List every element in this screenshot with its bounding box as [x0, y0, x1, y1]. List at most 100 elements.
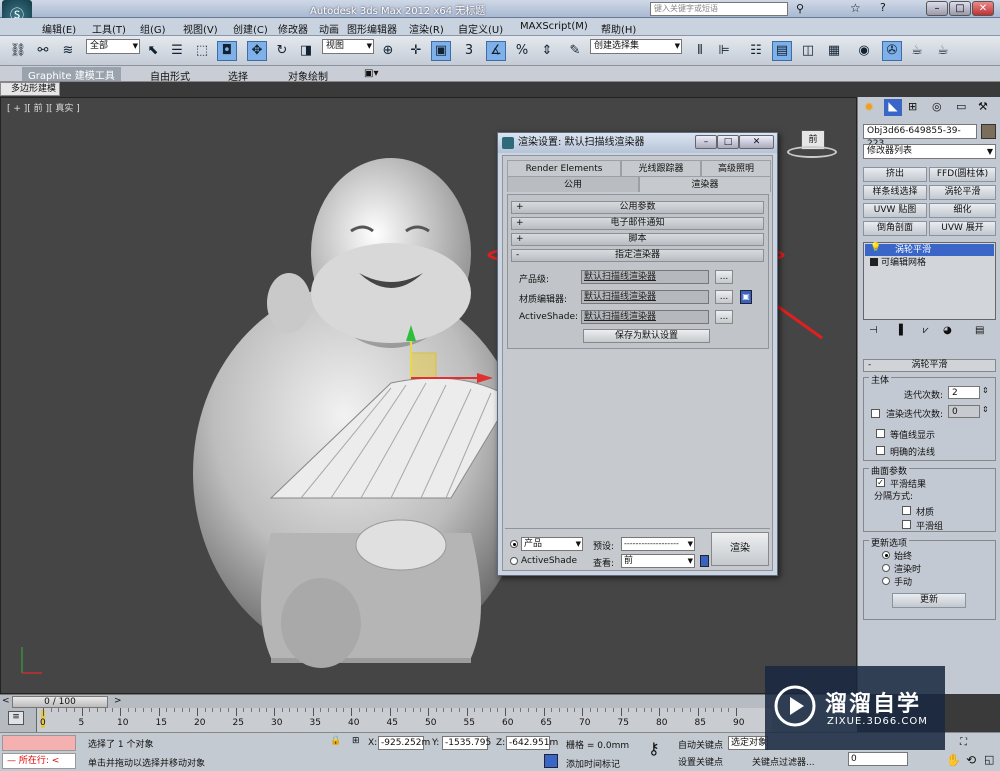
- update-always-radio[interactable]: [882, 551, 890, 559]
- move-icon[interactable]: ✥: [247, 41, 267, 61]
- rendered-frame-icon[interactable]: ☕: [907, 41, 927, 61]
- curve-editor-icon[interactable]: ◫: [798, 41, 818, 61]
- remove-modifier-icon[interactable]: ◕: [943, 325, 952, 336]
- snaps-toggle-icon[interactable]: 3: [459, 41, 479, 61]
- modifier-button-uvw-map[interactable]: UVW 贴图: [863, 203, 927, 218]
- mode-production-radio[interactable]: [510, 540, 518, 548]
- modifier-button-spline-select[interactable]: 样条线选择: [863, 185, 927, 200]
- transform-gizmo[interactable]: [401, 323, 496, 418]
- menu-views[interactable]: 视图(V): [183, 21, 218, 36]
- edit-named-selection-icon[interactable]: ✎: [565, 41, 585, 61]
- rollout-common-parameters[interactable]: + 公用参数: [511, 201, 764, 214]
- tab-graphite-modeling[interactable]: Graphite 建模工具: [22, 67, 121, 82]
- reference-coordinate-dropdown[interactable]: 视图: [322, 39, 374, 54]
- modifier-button-extrude[interactable]: 挤出: [863, 167, 927, 182]
- help-icon[interactable]: ?: [880, 1, 886, 14]
- time-slider[interactable]: < 0 / 100 >: [0, 694, 857, 708]
- selection-filter-dropdown[interactable]: 全部: [86, 39, 140, 54]
- activeshade-renderer-field[interactable]: 默认扫描线渲染器: [581, 310, 709, 324]
- viewcube[interactable]: 前: [787, 128, 837, 162]
- viewcube-ring[interactable]: [787, 146, 837, 158]
- material-checkbox[interactable]: [902, 506, 911, 515]
- utilities-tab-icon[interactable]: ⚒: [978, 100, 988, 113]
- tab-render-elements[interactable]: Render Elements: [507, 160, 621, 176]
- pivot-center-icon[interactable]: ⊕: [378, 41, 398, 61]
- make-unique-icon[interactable]: ⩗: [923, 325, 929, 336]
- mode-production-dropdown[interactable]: 产品 ▼: [521, 537, 583, 551]
- render-production-icon[interactable]: ☕: [933, 41, 953, 61]
- stack-item-editable-mesh[interactable]: 可编辑网格: [865, 257, 994, 269]
- rect-selection-icon[interactable]: ⬚: [192, 41, 212, 61]
- window-crossing-icon[interactable]: ◘: [217, 41, 237, 61]
- spinner-snap-icon[interactable]: ⇕: [537, 41, 557, 61]
- view-dropdown[interactable]: 前 ▼: [621, 554, 695, 568]
- angle-snap-icon[interactable]: ∡: [486, 41, 506, 61]
- menu-rendering[interactable]: 渲染(R): [409, 21, 444, 36]
- percent-snap-icon[interactable]: %: [512, 41, 532, 61]
- mirror-icon[interactable]: ⫴: [690, 41, 710, 61]
- select-object-icon[interactable]: ⬉: [143, 41, 163, 61]
- production-browse-button[interactable]: ...: [715, 270, 733, 284]
- render-setup-icon[interactable]: ✇: [882, 41, 902, 61]
- schematic-view-icon[interactable]: ▦: [824, 41, 844, 61]
- add-time-tag[interactable]: 添加时间标记: [566, 757, 620, 770]
- lock-selection-icon[interactable]: 🔒: [330, 736, 341, 746]
- current-frame-field[interactable]: 0: [848, 752, 908, 766]
- z-coordinate-field[interactable]: -642.951m: [506, 736, 558, 750]
- time-prev-icon[interactable]: <: [2, 696, 10, 706]
- pan-icon[interactable]: ✋: [946, 753, 961, 767]
- mode-activeshade-radio[interactable]: [510, 557, 518, 565]
- time-next-icon[interactable]: >: [114, 696, 122, 706]
- maxscript-listener[interactable]: [2, 735, 76, 751]
- explicit-normals-checkbox[interactable]: [876, 446, 885, 455]
- align-icon[interactable]: ⊫: [714, 41, 734, 61]
- lock-icon[interactable]: ▣: [740, 290, 752, 304]
- menu-graph-editors[interactable]: 图形编辑器: [347, 21, 397, 36]
- object-name-field[interactable]: Obj3d66-649855-39-223: [863, 124, 977, 149]
- tab-advanced-lighting[interactable]: 高级照明: [701, 160, 771, 176]
- tab-common[interactable]: 公用: [507, 176, 639, 192]
- configure-sets-icon[interactable]: ▤: [975, 325, 984, 336]
- production-renderer-field[interactable]: 默认扫描线渲染器: [581, 270, 709, 284]
- search-field[interactable]: 键入关键字或短语: [650, 2, 788, 16]
- modifier-button-unwrap-uvw[interactable]: UVW 展开: [929, 221, 996, 236]
- maximize-button[interactable]: □: [949, 1, 971, 16]
- key-icon[interactable]: ⚷: [648, 739, 660, 758]
- update-button[interactable]: 更新: [892, 593, 966, 608]
- turbosmooth-rollout-header[interactable]: - 涡轮平滑: [863, 359, 996, 372]
- mini-curve-editor-icon[interactable]: ≡: [8, 711, 24, 725]
- menu-group[interactable]: 组(G): [140, 21, 166, 36]
- unlink-icon[interactable]: ⚯: [33, 41, 53, 61]
- iterations-spinner[interactable]: 2: [948, 386, 980, 399]
- display-tab-icon[interactable]: ▭: [956, 100, 966, 113]
- minimize-button[interactable]: –: [926, 1, 948, 16]
- keyboard-shortcut-icon[interactable]: ▣: [431, 41, 451, 61]
- named-selection-dropdown[interactable]: 创建选择集: [590, 39, 682, 54]
- track-ruler[interactable]: 0 5 10 15 20 25 30 35 40 45 50 55 60 65 70 75 80 85 90: [36, 708, 772, 732]
- modifier-list-dropdown[interactable]: 修改器列表 ▼: [863, 144, 996, 159]
- menu-create[interactable]: 创建(C): [233, 21, 268, 36]
- absolute-mode-icon[interactable]: ⊞: [352, 736, 360, 746]
- material-editor-renderer-field[interactable]: 默认扫描线渲染器: [581, 290, 709, 304]
- object-color-swatch[interactable]: [981, 124, 996, 139]
- viewport-label[interactable]: [ + ][ 前 ][ 真实 ]: [7, 101, 80, 114]
- view-lock-icon[interactable]: [700, 555, 709, 567]
- menu-tools[interactable]: 工具(T): [92, 21, 126, 36]
- modify-tab-icon[interactable]: ◣: [884, 99, 902, 116]
- maxscript-line[interactable]: — 所在行: <: [2, 753, 76, 769]
- dialog-maximize-button[interactable]: □: [717, 135, 739, 149]
- material-editor-browse-button[interactable]: ...: [715, 290, 733, 304]
- tab-renderer[interactable]: 渲染器: [639, 176, 771, 192]
- activeshade-browse-button[interactable]: ...: [715, 310, 733, 324]
- key-filters-button[interactable]: 关键点过滤器...: [752, 755, 815, 768]
- pin-stack-icon[interactable]: ⊣: [869, 325, 878, 336]
- rotate-icon[interactable]: ↻: [272, 41, 292, 61]
- set-key-label[interactable]: 设置关键点: [678, 755, 723, 768]
- render-iters-arrows-icon[interactable]: ⇕: [982, 405, 989, 414]
- rollout-email-notifications[interactable]: + 电子邮件通知: [511, 217, 764, 230]
- menu-customize[interactable]: 自定义(U): [458, 21, 503, 36]
- modifier-button-turbosmooth[interactable]: 涡轮平滑: [929, 185, 996, 200]
- show-end-result-icon[interactable]: ▐: [895, 325, 903, 336]
- time-tag-toggle[interactable]: [544, 754, 558, 768]
- modifier-button-tessellate[interactable]: 细化: [929, 203, 996, 218]
